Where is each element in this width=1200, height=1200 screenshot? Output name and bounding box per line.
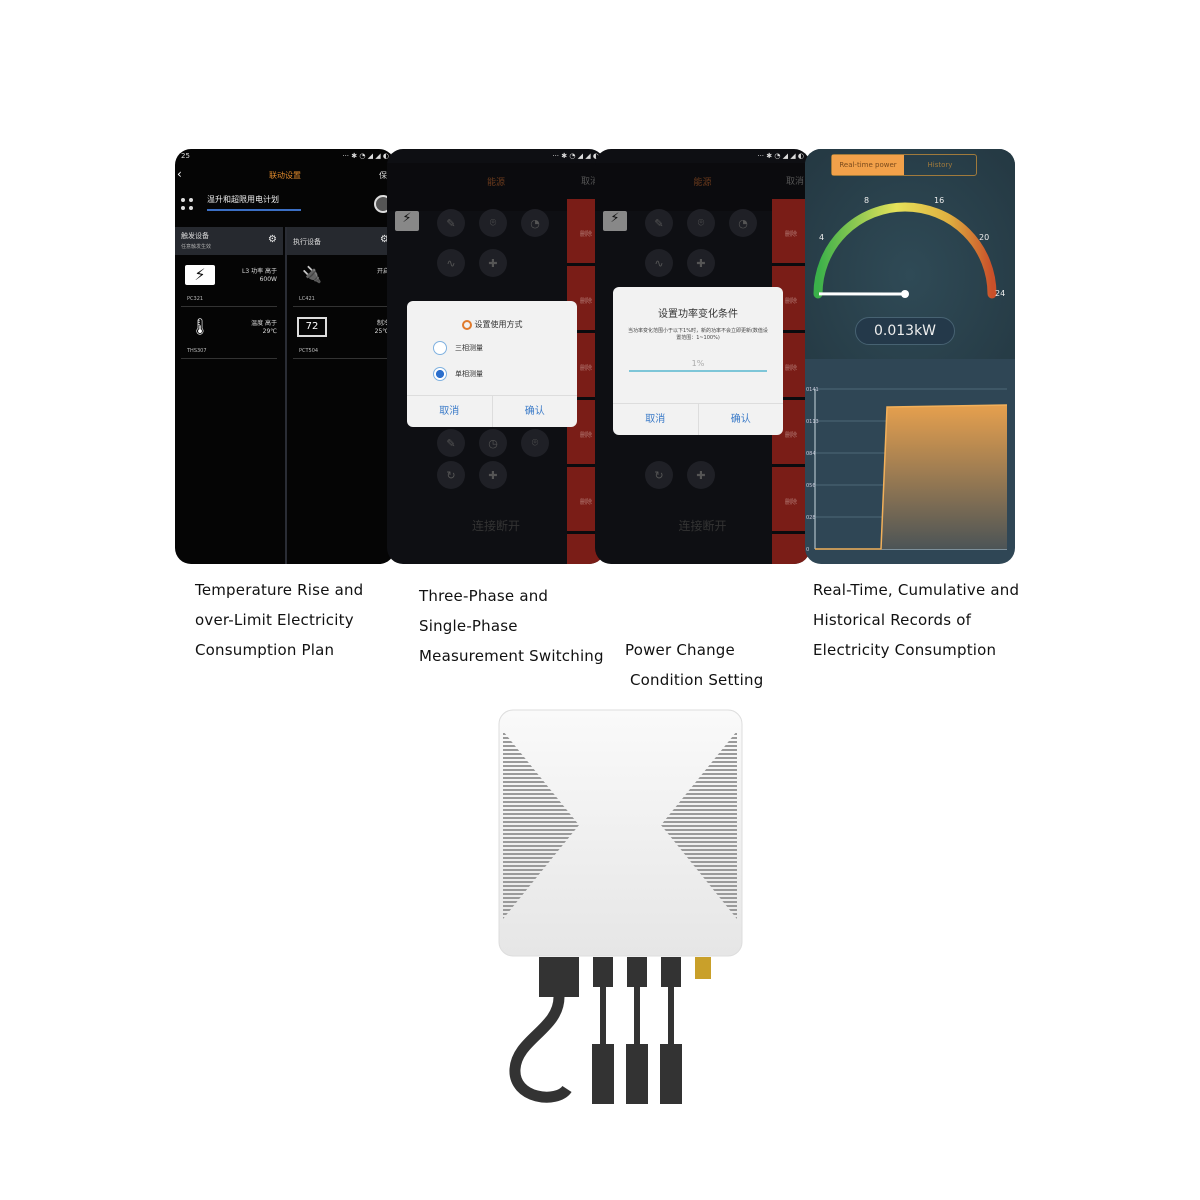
action-device[interactable]: 🔌 LC421 开启 [293, 255, 389, 307]
page-title: 联动设置 [269, 171, 301, 180]
phone-realtime-power: Real-time power History 4 8 16 20 24 0.0… [805, 149, 1015, 564]
dialog-confirm-button[interactable]: 确认 [491, 396, 578, 427]
plug-icon: 🔌 [302, 265, 322, 284]
power-readout: 0.013kW [855, 317, 955, 345]
trigger-header: 触发设备 任意触发生效 ⚙ [175, 227, 283, 255]
percent-input[interactable]: 1% [629, 359, 767, 372]
view-toggle: Real-time power History [831, 154, 977, 176]
location-icon[interactable]: ⌾ [479, 209, 507, 237]
gear-icon[interactable]: ⚙ [268, 234, 277, 245]
status-bar: 25 ··· ✱ ◔ ◢ ◢ ◐ [181, 152, 389, 160]
chart-y-label: 0141 [806, 387, 819, 393]
pulse-icon[interactable]: ∿ [437, 249, 465, 277]
caption-records: Real-Time, Cumulative and Historical Reco… [813, 581, 1020, 659]
energy-meter-device [498, 709, 743, 1104]
phone-measurement-mode: ··· ✱ ◔ ◢ ◢ ◐ 能源 取消 ⚡ ✎ ⌾ ◔ ∿ ✚ ✎ ◷ ⌾ ↻ ✚ 连接断开… [387, 149, 605, 564]
phone-power-change: ··· ✱ ◔ ◢ ◢ ◐ 能源 取消 ⚡ ✎ ⌾ ◔ ∿ ✚ ↻ ✚ 连接断开 删除 … [595, 149, 810, 564]
caption-power-change: Power Change Condition Setting [625, 641, 764, 689]
chart-y-label: 056 [806, 483, 816, 489]
gauge-tick: 4 [819, 233, 825, 242]
grid-icon[interactable] [181, 198, 193, 210]
edit-icon[interactable]: ✎ [437, 209, 465, 237]
edit-icon[interactable]: ✎ [645, 209, 673, 237]
phone-linkage-settings: 25··· ✱ ◔ ◢ ◢ ◐ ‹ 联动设置 保存 温升和超限用电计划 触发设备… [175, 149, 395, 564]
measurement-mode-dialog: 设置使用方式 三相测量 单相测量 取消 确认 [407, 301, 577, 427]
pulse-icon[interactable]: ∿ [645, 249, 673, 277]
clock-icon[interactable]: ◷ [479, 429, 507, 457]
status-icons: ··· ✱ ◔ ◢ ◢ ◐ [552, 152, 599, 160]
gauge-tick: 24 [995, 289, 1006, 298]
bolt-icon: ⚡ [185, 265, 215, 285]
power-gauge [813, 202, 997, 299]
puzzle-icon[interactable]: ✚ [687, 249, 715, 277]
tab-history[interactable]: History [904, 155, 976, 175]
page-title: 能源 [693, 178, 712, 188]
refresh-icon[interactable]: ↻ [645, 461, 673, 489]
gauge-tick: 20 [979, 233, 990, 242]
gauge-tick: 16 [934, 196, 945, 205]
gauge-icon[interactable]: ◔ [729, 209, 757, 237]
cable-gland [539, 957, 579, 997]
ct-connectors [592, 957, 682, 1104]
page-title: 能源 [486, 178, 505, 188]
puzzle-icon[interactable]: ✚ [479, 249, 507, 277]
caption-phase: Three-Phase and Single-Phase Measurement S… [419, 587, 604, 665]
chart-y-label: 0113 [806, 419, 819, 425]
chart-area [881, 405, 1007, 549]
action-header: 执行设备 ⚙ [287, 227, 395, 255]
action-device[interactable]: 72 PCT504 制冷 25℃ [293, 307, 389, 359]
antenna-connector [695, 957, 711, 979]
gauge-arc [813, 202, 997, 299]
caption-plan: Temperature Rise and over-Limit Electrici… [195, 581, 364, 659]
status-bar: ··· ✱ ◔ ◢ ◢ ◐ [595, 149, 810, 163]
status-bar: ··· ✱ ◔ ◢ ◢ ◐ [387, 149, 605, 163]
location-icon[interactable]: ⌾ [521, 429, 549, 457]
gauge-tick: 8 [864, 196, 870, 205]
disconnected-label: 连接断开 [678, 519, 727, 533]
power-change-dialog: 设置功率变化条件 当功率变化范围小于以下1%时，新的功率不会立即更新(数值设置范… [613, 287, 783, 435]
status-icons: ··· ✱ ◔ ◢ ◢ ◐ [757, 152, 804, 160]
chart-y-label: 084 [806, 451, 816, 457]
thermometer-icon: 🌡 [189, 317, 211, 336]
bolt-icon: ⚡ [395, 211, 419, 231]
dialog-confirm-button[interactable]: 确认 [697, 404, 784, 435]
chart-y-label: 028 [806, 515, 816, 521]
cancel-button[interactable]: 取消 [786, 174, 804, 187]
gauge-hub [901, 290, 909, 298]
nav-bar: ‹ 联动设置 保存 [175, 163, 395, 187]
status-icons: ··· ✱ ◔ ◢ ◢ ◐ [342, 152, 389, 160]
gauge-icon[interactable]: ◔ [521, 209, 549, 237]
trigger-column: 触发设备 任意触发生效 ⚙ ⚡ PC321 L3 功率 高于 600W 🌡 THS… [175, 227, 283, 564]
puzzle-icon[interactable]: ✚ [479, 461, 507, 489]
location-icon[interactable]: ⌾ [687, 209, 715, 237]
chart-y-label: 0 [806, 547, 809, 553]
disconnected-label: 连接断开 [471, 519, 520, 533]
action-column: 执行设备 ⚙ 🔌 LC421 开启 72 PCT504 制冷 25℃ [287, 227, 395, 564]
plan-name-input[interactable]: 温升和超限用电计划 [207, 194, 301, 211]
thermostat-icon: 72 [297, 317, 327, 337]
power-history-chart: 0 028 056 084 0113 0141 [806, 387, 1008, 553]
dialog-cancel-button[interactable]: 取消 [613, 404, 698, 435]
tab-realtime-power[interactable]: Real-time power [832, 155, 904, 175]
radio-three-phase[interactable]: 三相测量 [433, 341, 483, 355]
puzzle-icon[interactable]: ✚ [687, 461, 715, 489]
dialog-cancel-button[interactable]: 取消 [407, 396, 492, 427]
edit-icon[interactable]: ✎ [437, 429, 465, 457]
radio-single-phase[interactable]: 单相测量 [433, 367, 483, 381]
plan-row: 温升和超限用电计划 [175, 189, 395, 219]
refresh-icon[interactable]: ↻ [437, 461, 465, 489]
trigger-device[interactable]: 🌡 THS307 温度 高于 29℃ [181, 307, 277, 359]
power-cable [509, 996, 572, 1103]
bolt-icon: ⚡ [603, 211, 627, 231]
trigger-device[interactable]: ⚡ PC321 L3 功率 高于 600W [181, 255, 277, 307]
warning-icon [461, 319, 472, 330]
